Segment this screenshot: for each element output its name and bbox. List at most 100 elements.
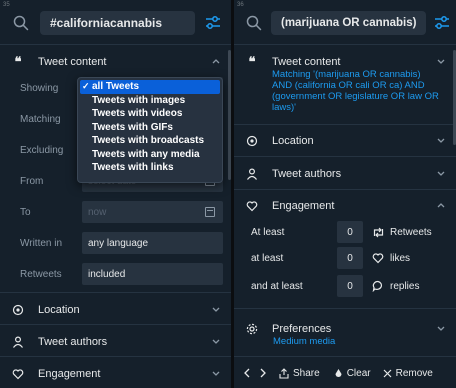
- preferences-summary: Medium media: [273, 336, 336, 347]
- remove-label: Remove: [395, 367, 433, 379]
- option-label: Tweets with images: [92, 94, 186, 106]
- from-label: From: [20, 175, 44, 187]
- chevron-down-icon: [212, 307, 220, 312]
- min-retweets-row: At least 0 Retweets: [251, 221, 448, 243]
- retweets-row: Retweets included: [20, 263, 223, 285]
- option-label: all Tweets: [92, 81, 140, 93]
- tweet-authors-header[interactable]: Tweet authors: [10, 333, 221, 351]
- clear-button[interactable]: Clear: [334, 368, 371, 379]
- engagement-header[interactable]: Engagement: [244, 197, 446, 215]
- right-column: 36 (marijuana OR cannabis) ❝ Tweet conte…: [234, 0, 456, 388]
- min-replies-input[interactable]: 0: [337, 275, 363, 297]
- divider: [0, 44, 231, 45]
- reply-icon: [371, 279, 385, 293]
- dropdown-option[interactable]: Tweets with broadcasts: [80, 134, 220, 148]
- drop-icon: [334, 368, 343, 379]
- excluding-label: Excluding: [20, 144, 64, 156]
- section-title: Engagement: [272, 200, 335, 212]
- showing-label: Showing: [20, 82, 59, 94]
- chevron-up-icon: [212, 59, 220, 64]
- option-label: Tweets with any media: [92, 148, 200, 160]
- share-label: Share: [293, 367, 320, 379]
- retweet-icon: [371, 225, 385, 239]
- matching-label: Matching: [20, 113, 61, 125]
- divider: [0, 356, 231, 357]
- language-row: Written in any language: [20, 232, 223, 254]
- section-title: Tweet content: [272, 56, 341, 68]
- share-button[interactable]: Share: [279, 368, 320, 379]
- min-replies-label: and at least: [251, 280, 303, 292]
- section-title: Tweet authors: [272, 168, 342, 180]
- dropdown-option[interactable]: Tweets with GIFs: [80, 121, 220, 135]
- dropdown-option[interactable]: Tweets with images: [80, 94, 220, 108]
- section-title: Tweet content: [38, 56, 107, 68]
- location-pin-icon: [10, 302, 26, 318]
- filter-sliders-icon[interactable]: [432, 13, 452, 33]
- dropdown-option[interactable]: Tweets with videos: [80, 107, 220, 121]
- location-pin-icon: [244, 133, 260, 149]
- heart-icon: [244, 198, 260, 214]
- move-right-icon[interactable]: [259, 368, 267, 378]
- chevron-up-icon: [437, 203, 445, 208]
- likes-unit: likes: [390, 252, 411, 264]
- chevron-down-icon: [437, 138, 445, 143]
- quote-icon: ❝: [248, 54, 256, 69]
- calendar-icon[interactable]: [205, 207, 215, 217]
- column-number: 35: [3, 2, 10, 8]
- search-row: (marijuana OR cannabis): [245, 9, 452, 37]
- chevron-down-icon: [212, 339, 220, 344]
- search-icon: [12, 14, 30, 32]
- replies-unit: replies: [390, 280, 420, 292]
- option-label: Tweets with videos: [92, 108, 183, 120]
- section-title: Engagement: [38, 368, 101, 380]
- language-select[interactable]: any language: [82, 232, 223, 254]
- min-retweets-input[interactable]: 0: [337, 221, 363, 243]
- section-title: Location: [272, 135, 314, 147]
- search-row: #californiacannabis: [12, 9, 223, 37]
- column-action-bar: Share Clear Remove: [234, 362, 456, 384]
- column-number: 36: [237, 2, 244, 8]
- min-likes-label: at least: [251, 252, 284, 264]
- divider: [0, 292, 231, 293]
- quote-icon: ❝: [14, 54, 22, 69]
- person-icon: [244, 166, 260, 182]
- chevron-down-icon: [437, 171, 445, 176]
- search-icon: [245, 14, 263, 32]
- location-header[interactable]: Location: [244, 132, 446, 150]
- to-placeholder: now: [88, 206, 107, 218]
- dropdown-option[interactable]: ✓ all Tweets: [80, 80, 220, 94]
- remove-button[interactable]: Remove: [383, 368, 433, 379]
- clear-label: Clear: [346, 367, 371, 379]
- engagement-header[interactable]: Engagement: [10, 365, 221, 383]
- section-title: Location: [38, 304, 80, 316]
- divider: [234, 124, 456, 125]
- section-title: Preferences: [272, 323, 332, 335]
- min-likes-input[interactable]: 0: [337, 247, 363, 269]
- divider: [0, 324, 231, 325]
- search-input[interactable]: #californiacannabis: [40, 11, 195, 35]
- location-header[interactable]: Location: [10, 301, 221, 319]
- to-row: To now: [20, 201, 223, 223]
- dropdown-option[interactable]: Tweets with any media: [80, 148, 220, 162]
- chevron-down-icon: [437, 59, 445, 64]
- checkmark-icon: ✓: [82, 81, 90, 92]
- to-date-input[interactable]: now: [82, 201, 223, 223]
- option-label: Tweets with broadcasts: [92, 135, 205, 147]
- heart-icon: [10, 366, 26, 382]
- retweets-label: Retweets: [20, 268, 62, 280]
- filter-sliders-icon[interactable]: [203, 13, 223, 33]
- close-icon: [383, 369, 392, 378]
- tweet-content-header[interactable]: ❝ Tweet content: [10, 53, 221, 71]
- gear-icon: [244, 321, 260, 337]
- move-left-icon[interactable]: [243, 368, 251, 378]
- to-label: To: [20, 206, 31, 218]
- tweet-authors-header[interactable]: Tweet authors: [244, 165, 446, 183]
- search-input[interactable]: (marijuana OR cannabis): [271, 11, 426, 35]
- heart-icon: [371, 251, 385, 265]
- retweets-unit: Retweets: [390, 226, 432, 238]
- dropdown-option[interactable]: Tweets with links: [80, 161, 220, 175]
- chevron-down-icon: [437, 326, 445, 331]
- person-icon: [10, 334, 26, 350]
- chevron-down-icon: [212, 371, 220, 376]
- retweets-select[interactable]: included: [82, 263, 223, 285]
